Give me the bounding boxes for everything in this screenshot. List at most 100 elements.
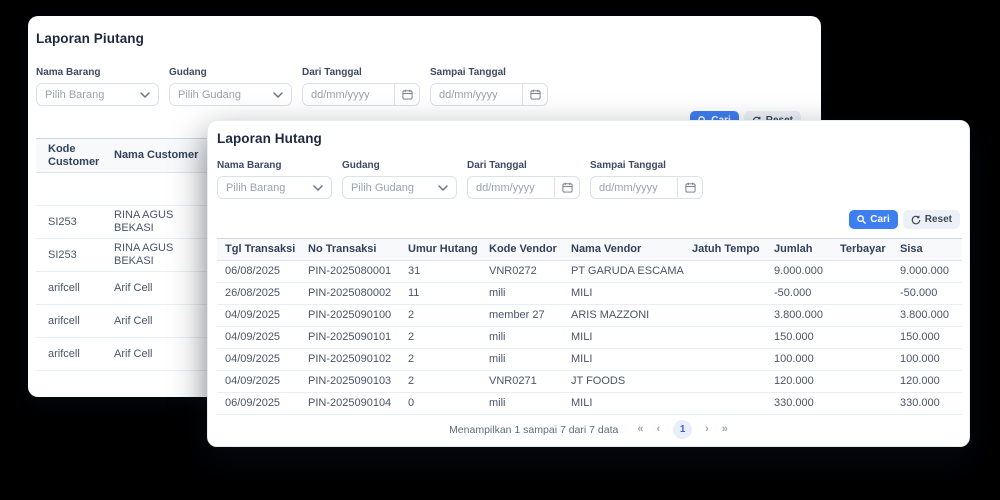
filter-nama-barang: Nama Barang Pilih Barang <box>217 160 332 199</box>
hutang-table: Tgl TransaksiNo TransaksiUmur HutangKode… <box>217 238 962 415</box>
table-cell: 330.000 <box>766 393 832 415</box>
table-cell: 2 <box>400 305 481 327</box>
column-header: Jumlah <box>766 239 832 261</box>
date-placeholder: dd/mm/yyyy <box>303 89 394 101</box>
column-header: No Transaksi <box>300 239 400 261</box>
reset-button[interactable]: Reset <box>903 210 960 229</box>
table-cell: 0 <box>400 393 481 415</box>
page-number-badge[interactable]: 1 <box>673 420 692 439</box>
piutang-table: Kode CustomerNama Customer SI253RINA AGUS… <box>36 138 216 371</box>
table-cell: 06/08/2025 <box>217 261 300 283</box>
table-cell: 120.000 <box>766 371 832 393</box>
table-cell: 150.000 <box>766 327 832 349</box>
table-cell: MILI <box>563 283 684 305</box>
date-placeholder: dd/mm/yyyy <box>431 89 522 101</box>
table-cell: 100.000 <box>892 349 962 371</box>
table-row: 06/08/2025PIN-202508000131VNR0272PT GARU… <box>217 261 962 283</box>
table-cell: 06/09/2025 <box>217 393 300 415</box>
column-header: Sisa <box>892 239 962 261</box>
column-header: Terbayar <box>832 239 892 261</box>
filter-sampai-tanggal: Sampai Tanggal dd/mm/yyyy <box>590 160 703 199</box>
table-cell: mili <box>481 327 563 349</box>
piutang-filters: Nama Barang Pilih Barang Gudang Pilih Gu… <box>36 67 813 106</box>
table-row: 04/09/2025PIN-20250901012miliMILI150.000… <box>217 327 962 349</box>
sampai-tanggal-input[interactable]: dd/mm/yyyy <box>430 83 548 106</box>
filter-dari-tanggal: Dari Tanggal dd/mm/yyyy <box>467 160 580 199</box>
table-cell: 3.800.000 <box>766 305 832 327</box>
calendar-icon[interactable] <box>522 84 547 105</box>
table-cell: 120.000 <box>892 371 962 393</box>
filter-label: Nama Barang <box>36 67 159 78</box>
prev-page-button[interactable]: ‹ <box>656 420 660 439</box>
table-cell: -50.000 <box>892 283 962 305</box>
table-cell: arifcell <box>36 305 102 338</box>
table-cell <box>36 173 102 206</box>
table-cell: 3.800.000 <box>892 305 962 327</box>
table-row: 06/09/2025PIN-20250901040miliMILI330.000… <box>217 393 962 415</box>
table-cell <box>102 173 216 206</box>
column-header: Nama Vendor <box>563 239 684 261</box>
table-cell: 9.000.000 <box>766 261 832 283</box>
page-title-piutang: Laporan Piutang <box>36 16 813 46</box>
table-row: 04/09/2025PIN-20250901002member 27ARIS M… <box>217 305 962 327</box>
column-header: Kode Vendor <box>481 239 563 261</box>
table-cell <box>684 283 766 305</box>
table-cell: JT FOODS <box>563 371 684 393</box>
date-placeholder: dd/mm/yyyy <box>591 182 677 194</box>
table-cell: RINA AGUS BEKASI <box>102 206 216 239</box>
chevron-down-icon <box>140 92 158 98</box>
table-cell: Arif Cell <box>102 272 216 305</box>
table-cell <box>832 393 892 415</box>
pagination: Menampilkan 1 sampai 7 dari 7 data « ‹ 1… <box>217 420 960 439</box>
search-icon <box>857 215 866 224</box>
table-row: SI253RINA AGUS BEKASI <box>36 239 216 272</box>
table-header-row: Tgl TransaksiNo TransaksiUmur HutangKode… <box>217 239 962 261</box>
table-cell: PIN-2025090101 <box>300 327 400 349</box>
calendar-icon[interactable] <box>677 177 702 198</box>
first-page-button[interactable]: « <box>637 420 643 439</box>
column-header: Tgl Transaksi <box>217 239 300 261</box>
sampai-tanggal-input[interactable]: dd/mm/yyyy <box>590 176 703 199</box>
select-value: Pilih Gudang <box>343 182 438 194</box>
table-cell: 2 <box>400 349 481 371</box>
table-row: arifcellArif Cell <box>36 272 216 305</box>
calendar-icon[interactable] <box>554 177 579 198</box>
table-cell: PIN-2025090102 <box>300 349 400 371</box>
filter-label: Sampai Tanggal <box>430 67 548 78</box>
cari-button[interactable]: Cari <box>849 210 897 229</box>
table-header-row: Kode CustomerNama Customer <box>36 139 216 173</box>
table-cell: PIN-2025090100 <box>300 305 400 327</box>
table-cell: ARIS MAZZONI <box>563 305 684 327</box>
table-cell: 04/09/2025 <box>217 349 300 371</box>
dari-tanggal-input[interactable]: dd/mm/yyyy <box>467 176 580 199</box>
filter-label: Dari Tanggal <box>467 160 580 171</box>
filter-label: Dari Tanggal <box>302 67 420 78</box>
table-cell: MILI <box>563 393 684 415</box>
dari-tanggal-input[interactable]: dd/mm/yyyy <box>302 83 420 106</box>
table-cell <box>684 327 766 349</box>
reset-icon <box>911 215 921 225</box>
table-cell: 2 <box>400 327 481 349</box>
table-cell: 04/09/2025 <box>217 327 300 349</box>
table-row: 04/09/2025PIN-20250901022miliMILI100.000… <box>217 349 962 371</box>
gudang-select[interactable]: Pilih Gudang <box>342 176 457 199</box>
table-cell <box>832 349 892 371</box>
page-title-hutang: Laporan Hutang <box>217 121 960 146</box>
select-value: Pilih Barang <box>218 182 313 194</box>
filter-nama-barang: Nama Barang Pilih Barang <box>36 67 159 106</box>
calendar-icon[interactable] <box>394 84 419 105</box>
table-cell: Arif Cell <box>102 338 216 371</box>
nama-barang-select[interactable]: Pilih Barang <box>217 176 332 199</box>
table-cell: 330.000 <box>892 393 962 415</box>
gudang-select[interactable]: Pilih Gudang <box>169 83 292 106</box>
last-page-button[interactable]: » <box>722 420 728 439</box>
table-cell: PIN-2025090103 <box>300 371 400 393</box>
nama-barang-select[interactable]: Pilih Barang <box>36 83 159 106</box>
filter-dari-tanggal: Dari Tanggal dd/mm/yyyy <box>302 67 420 106</box>
next-page-button[interactable]: › <box>705 420 709 439</box>
table-cell <box>684 261 766 283</box>
table-cell: VNR0272 <box>481 261 563 283</box>
table-cell: 04/09/2025 <box>217 371 300 393</box>
table-cell: 26/08/2025 <box>217 283 300 305</box>
table-cell <box>684 349 766 371</box>
